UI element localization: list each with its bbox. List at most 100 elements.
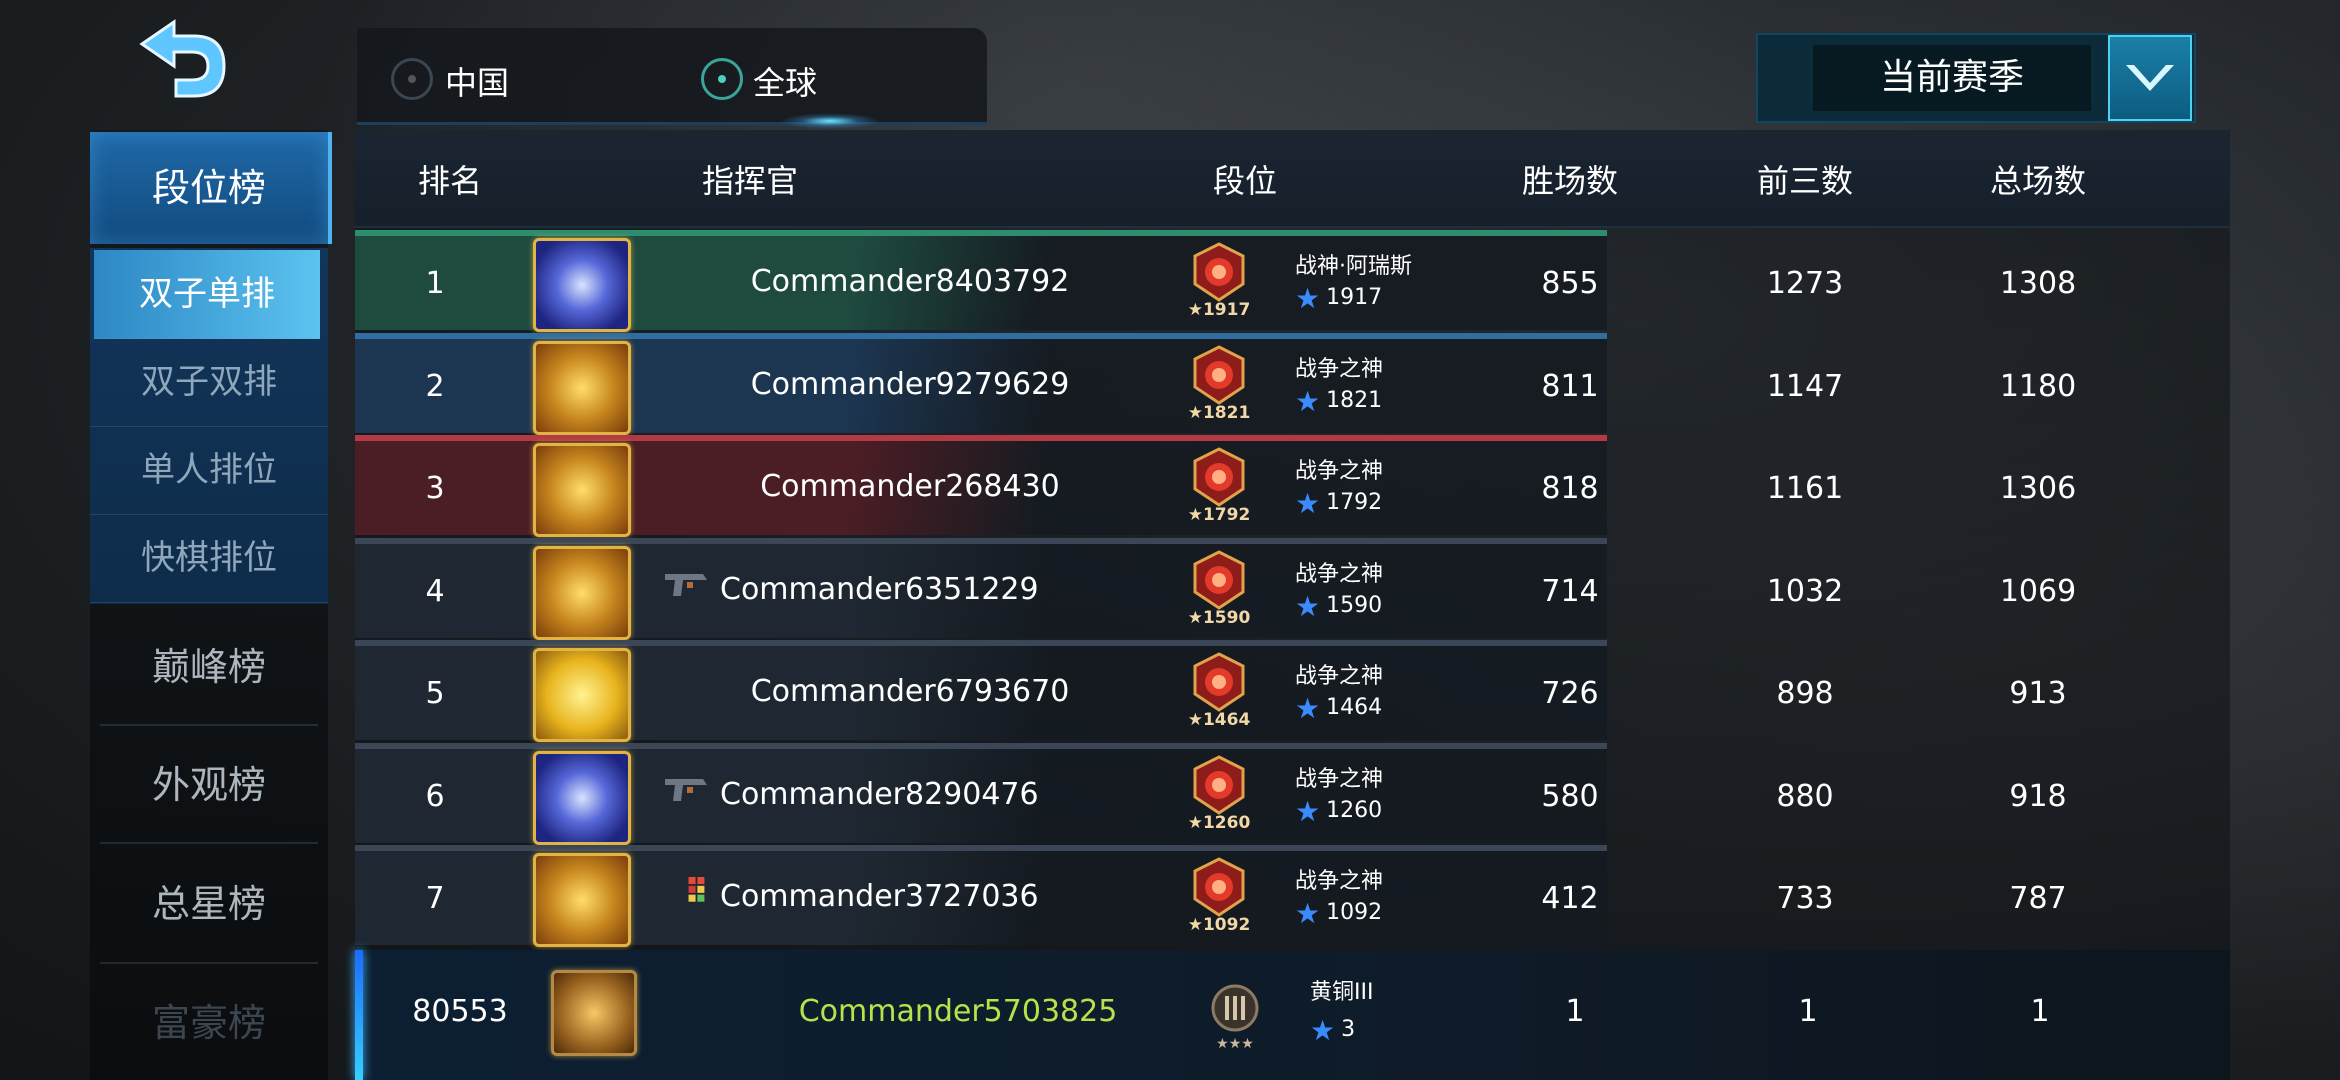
golden-beast-icon[interactable] <box>533 443 631 537</box>
golden-beast-icon[interactable] <box>533 340 631 435</box>
commander-name[interactable]: Commander9279629 <box>685 367 1135 402</box>
tier-name: 战争之神 <box>1295 561 1384 587</box>
star-value: 1821 <box>1326 387 1383 413</box>
badge-star-count: ★1260 <box>1187 812 1251 833</box>
my-total: 1 <box>2030 994 2050 1029</box>
wins-count: 412 <box>1541 881 1599 916</box>
tab-total-stars-board[interactable]: 总星榜 <box>90 846 328 962</box>
commander-name[interactable]: Commander268430 <box>685 469 1135 504</box>
rank-number: 7 <box>425 881 445 916</box>
col-commander: 指挥官 <box>701 162 798 200</box>
top3-count: 898 <box>1776 676 1834 711</box>
badge-star-count: ★1092 <box>1187 915 1251 935</box>
rank-number: 1 <box>425 266 445 301</box>
col-wins: 胜场数 <box>1521 162 1618 200</box>
wins-count: 726 <box>1541 676 1599 711</box>
table-row[interactable]: 4 Commander6351229 ★1590 战争之神 ★ 1590 714 1032 10… <box>355 537 2076 640</box>
highlight-edge <box>355 950 363 1080</box>
row-accent-bar <box>355 640 1607 646</box>
divider <box>100 962 318 964</box>
star-count: ★ 1092 <box>1295 897 1382 930</box>
sidebar: 段位榜 双子单排 双子双排 单人排位 快棋排位 巅峰榜 外观榜 总星榜 富豪榜 <box>90 130 332 1080</box>
my-star-count: ★ 3 <box>1310 1014 1355 1047</box>
sub-tab-quick-ranked[interactable]: 快棋排位 <box>90 514 328 603</box>
star-count: ★ 1590 <box>1295 590 1382 623</box>
tab-appearance-board[interactable]: 外观榜 <box>90 728 328 842</box>
rank-number: 5 <box>425 676 445 711</box>
my-commander-name[interactable]: Commander5703825 <box>708 994 1208 1029</box>
blue-star-icon: ★ <box>1310 1014 1336 1047</box>
row-accent-bar <box>355 537 1607 544</box>
commander-name[interactable]: Commander6793670 <box>685 674 1135 709</box>
top3-count: 880 <box>1776 778 1834 814</box>
divider <box>100 724 318 726</box>
tier-name: 战争之神 <box>1295 356 1384 382</box>
season-selected-value[interactable]: 当前赛季 <box>1813 45 2091 111</box>
region-china-label[interactable]: 中国 <box>445 58 509 104</box>
blue-crest-icon[interactable] <box>533 238 631 332</box>
star-value: 1792 <box>1326 490 1383 515</box>
commander-name[interactable]: Commander8403792 <box>685 264 1135 299</box>
tab-rank-board[interactable]: 段位榜 <box>90 132 332 244</box>
badge-star-count: ★1590 <box>1187 607 1251 628</box>
golden-beast-icon[interactable] <box>533 853 631 947</box>
total-count: 1069 <box>1999 573 2077 609</box>
table-row[interactable]: 5 Commander6793670 ★1464 战争之神 ★ 1464 726 898 913 <box>355 640 2067 742</box>
sub-tab-duo-duo[interactable]: 双子双排 <box>90 338 328 427</box>
region-global-radio[interactable] <box>701 58 743 100</box>
tier-name: 战争之神 <box>1295 459 1384 484</box>
tab-peak-board[interactable]: 巅峰榜 <box>90 610 328 724</box>
total-count: 913 <box>2009 676 2067 711</box>
commander-name[interactable]: Commander8290476 <box>720 777 1100 812</box>
region-global-label[interactable]: 全球 <box>753 58 817 104</box>
table-row[interactable]: 2 Commander9279629 ★1821 战争之神 ★ 1821 811 1147 11… <box>355 332 2076 435</box>
wins-count: 818 <box>1541 471 1599 506</box>
top3-count: 1273 <box>1766 266 1844 301</box>
rank-number: 6 <box>425 778 445 814</box>
badge-star-count: ★1917 <box>1187 300 1251 320</box>
sub-tab-duo-solo[interactable]: 双子单排 <box>94 250 320 339</box>
golden-beast-icon[interactable] <box>533 545 631 640</box>
commander-name[interactable]: Commander6351229 <box>720 572 1100 607</box>
my-wins: 1 <box>1565 994 1585 1029</box>
golden-dragon-icon[interactable] <box>533 648 631 742</box>
total-count: 787 <box>2009 881 2067 916</box>
tier-name: 战争之神 <box>1295 664 1384 689</box>
top3-count: 1147 <box>1766 368 1844 404</box>
star-value: 1260 <box>1326 797 1383 823</box>
bronze-emblem-icon[interactable] <box>551 970 637 1056</box>
tier-name: 战争之神 <box>1295 869 1384 894</box>
tab-wealth-board[interactable]: 富豪榜 <box>90 966 328 1080</box>
season-dropdown[interactable]: 当前赛季 <box>1756 33 2196 123</box>
row-accent-bar <box>355 742 1607 749</box>
svg-text:★★★: ★★★ <box>1216 1036 1254 1052</box>
tier-name: 战争之神 <box>1295 766 1384 792</box>
table-row[interactable]: 7 Commander3727036 ★1092 战争之神 ★ 1092 412 733 787 <box>355 845 2067 947</box>
star-value: 1590 <box>1326 592 1383 618</box>
total-count: 1306 <box>1999 471 2077 506</box>
region-china-radio[interactable] <box>391 58 433 100</box>
badge-star-count: ★1464 <box>1187 710 1251 730</box>
tier-name: 战神·阿瑞斯 <box>1295 254 1412 279</box>
table-row[interactable]: 1 Commander8403792 ★1917 战神·阿瑞斯 ★ 1917 855 1273… <box>355 230 2076 332</box>
star-value: 1092 <box>1326 900 1383 925</box>
table-row[interactable]: 3 Commander268430 ★1792 战争之神 ★ 1792 818 1161 130… <box>355 435 2076 537</box>
blue-crest-icon[interactable] <box>533 750 631 845</box>
table-header: 排名 指挥官 段位 胜场数 前三数 总场数 <box>355 130 2230 228</box>
my-rank-row[interactable]: 80553 Commander5703825 ★★★ 黄铜III ★ 3 1 1 … <box>355 950 2230 1080</box>
chevron-down-icon <box>2126 65 2174 91</box>
badge-star-count: ★1792 <box>1187 505 1251 525</box>
blue-star-icon: ★ <box>1295 794 1321 828</box>
region-toggle: 中国 全球 <box>357 28 987 125</box>
table-row[interactable]: 6 Commander8290476 ★1260 战争之神 ★ 1260 580 880 918 <box>355 742 2067 845</box>
my-rank: 80553 <box>412 994 508 1029</box>
commander-name[interactable]: Commander3727036 <box>720 879 1100 914</box>
row-accent-bar <box>355 230 1607 236</box>
pistol-icon <box>665 573 707 596</box>
wins-count: 714 <box>1541 573 1599 609</box>
sub-tab-solo-ranked[interactable]: 单人排位 <box>90 426 328 515</box>
leaderboard-table: 排名 指挥官 段位 胜场数 前三数 总场数 1 Commander8403792 ★… <box>355 130 2230 1080</box>
season-dropdown-button[interactable] <box>2108 35 2192 121</box>
back-button[interactable] <box>132 18 232 100</box>
sub-tab-group: 双子单排 双子双排 单人排位 快棋排位 <box>90 248 328 604</box>
